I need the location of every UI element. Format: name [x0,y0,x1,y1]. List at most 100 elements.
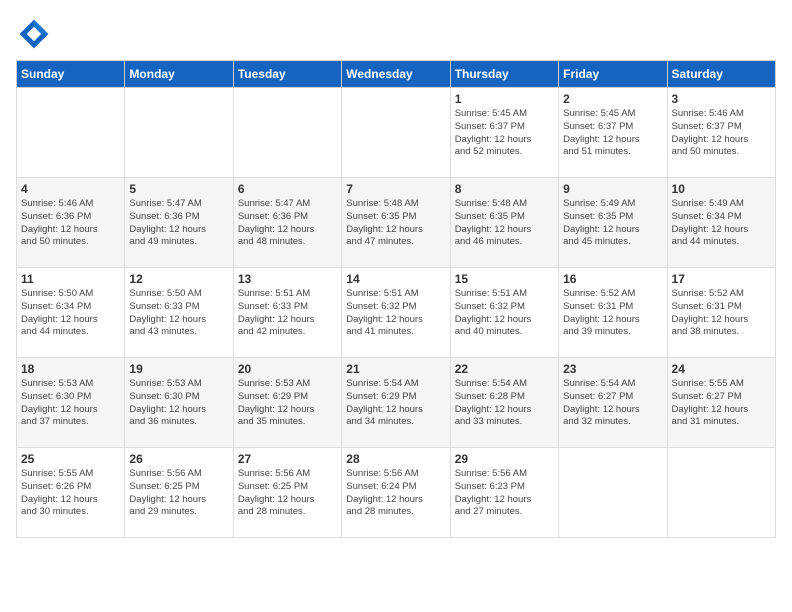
day-number: 14 [346,272,445,286]
calendar-week-1: 1 Sunrise: 5:45 AM Sunset: 6:37 PM Daylig… [17,88,776,178]
day-info: Sunrise: 5:45 AM Sunset: 6:37 PM Dayligh… [455,108,554,159]
day-info: Sunrise: 5:56 AM Sunset: 6:25 PM Dayligh… [129,468,228,519]
day-info: Sunrise: 5:52 AM Sunset: 6:31 PM Dayligh… [563,288,662,339]
day-number: 1 [455,92,554,106]
calendar-cell: 11 Sunrise: 5:50 AM Sunset: 6:34 PM Dayli… [17,268,125,358]
day-number: 21 [346,362,445,376]
day-number: 29 [455,452,554,466]
weekday-header-sunday: Sunday [17,61,125,88]
calendar-cell [17,88,125,178]
day-info: Sunrise: 5:48 AM Sunset: 6:35 PM Dayligh… [455,198,554,249]
calendar-cell: 27 Sunrise: 5:56 AM Sunset: 6:25 PM Dayli… [233,448,341,538]
day-info: Sunrise: 5:48 AM Sunset: 6:35 PM Dayligh… [346,198,445,249]
day-info: Sunrise: 5:54 AM Sunset: 6:27 PM Dayligh… [563,378,662,429]
day-number: 11 [21,272,120,286]
calendar-cell: 2 Sunrise: 5:45 AM Sunset: 6:37 PM Daylig… [559,88,667,178]
page-header [16,16,776,52]
weekday-header-friday: Friday [559,61,667,88]
calendar-cell [125,88,233,178]
day-number: 15 [455,272,554,286]
calendar-cell: 28 Sunrise: 5:56 AM Sunset: 6:24 PM Dayli… [342,448,450,538]
calendar-cell: 19 Sunrise: 5:53 AM Sunset: 6:30 PM Dayli… [125,358,233,448]
logo-icon [16,16,52,52]
day-number: 7 [346,182,445,196]
day-number: 10 [672,182,771,196]
day-number: 13 [238,272,337,286]
day-info: Sunrise: 5:56 AM Sunset: 6:24 PM Dayligh… [346,468,445,519]
day-number: 4 [21,182,120,196]
calendar-cell: 12 Sunrise: 5:50 AM Sunset: 6:33 PM Dayli… [125,268,233,358]
day-info: Sunrise: 5:47 AM Sunset: 6:36 PM Dayligh… [238,198,337,249]
day-number: 22 [455,362,554,376]
day-info: Sunrise: 5:54 AM Sunset: 6:28 PM Dayligh… [455,378,554,429]
calendar-week-2: 4Sunrise: 5:46 AM Sunset: 6:36 PM Daylig… [17,178,776,268]
day-info: Sunrise: 5:53 AM Sunset: 6:30 PM Dayligh… [129,378,228,429]
day-info: Sunrise: 5:55 AM Sunset: 6:26 PM Dayligh… [21,468,120,519]
day-info: Sunrise: 5:53 AM Sunset: 6:30 PM Dayligh… [21,378,120,429]
day-info: Sunrise: 5:51 AM Sunset: 6:32 PM Dayligh… [455,288,554,339]
calendar-week-4: 18 Sunrise: 5:53 AM Sunset: 6:30 PM Dayli… [17,358,776,448]
calendar-cell: 24Sunrise: 5:55 AM Sunset: 6:27 PM Dayli… [667,358,775,448]
calendar-cell: 5 Sunrise: 5:47 AM Sunset: 6:36 PM Daylig… [125,178,233,268]
day-info: Sunrise: 5:49 AM Sunset: 6:35 PM Dayligh… [563,198,662,249]
calendar-cell: 20 Sunrise: 5:53 AM Sunset: 6:29 PM Dayli… [233,358,341,448]
day-number: 12 [129,272,228,286]
day-number: 16 [563,272,662,286]
day-info: Sunrise: 5:50 AM Sunset: 6:33 PM Dayligh… [129,288,228,339]
weekday-header-row: SundayMondayTuesdayWednesdayThursdayFrid… [17,61,776,88]
weekday-header-wednesday: Wednesday [342,61,450,88]
day-info: Sunrise: 5:49 AM Sunset: 6:34 PM Dayligh… [672,198,771,249]
calendar-cell: 21 Sunrise: 5:54 AM Sunset: 6:29 PM Dayli… [342,358,450,448]
day-number: 5 [129,182,228,196]
calendar-cell: 22 Sunrise: 5:54 AM Sunset: 6:28 PM Dayli… [450,358,558,448]
day-number: 6 [238,182,337,196]
weekday-header-thursday: Thursday [450,61,558,88]
day-info: Sunrise: 5:51 AM Sunset: 6:33 PM Dayligh… [238,288,337,339]
calendar-cell: 6 Sunrise: 5:47 AM Sunset: 6:36 PM Daylig… [233,178,341,268]
calendar-cell [342,88,450,178]
day-number: 9 [563,182,662,196]
day-number: 27 [238,452,337,466]
logo [16,16,56,52]
day-info: Sunrise: 5:52 AM Sunset: 6:31 PM Dayligh… [672,288,771,339]
day-number: 17 [672,272,771,286]
calendar-week-5: 25 Sunrise: 5:55 AM Sunset: 6:26 PM Dayli… [17,448,776,538]
day-info: Sunrise: 5:53 AM Sunset: 6:29 PM Dayligh… [238,378,337,429]
calendar-cell: 8 Sunrise: 5:48 AM Sunset: 6:35 PM Daylig… [450,178,558,268]
calendar-cell: 14Sunrise: 5:51 AM Sunset: 6:32 PM Dayli… [342,268,450,358]
calendar-cell [559,448,667,538]
day-number: 19 [129,362,228,376]
day-info: Sunrise: 5:47 AM Sunset: 6:36 PM Dayligh… [129,198,228,249]
day-info: Sunrise: 5:45 AM Sunset: 6:37 PM Dayligh… [563,108,662,159]
calendar-cell: 7 Sunrise: 5:48 AM Sunset: 6:35 PM Daylig… [342,178,450,268]
calendar-cell: 17 Sunrise: 5:52 AM Sunset: 6:31 PM Dayli… [667,268,775,358]
calendar-cell: 9 Sunrise: 5:49 AM Sunset: 6:35 PM Daylig… [559,178,667,268]
day-number: 20 [238,362,337,376]
calendar-cell: 1 Sunrise: 5:45 AM Sunset: 6:37 PM Daylig… [450,88,558,178]
calendar-week-3: 11 Sunrise: 5:50 AM Sunset: 6:34 PM Dayli… [17,268,776,358]
day-number: 18 [21,362,120,376]
day-info: Sunrise: 5:46 AM Sunset: 6:37 PM Dayligh… [672,108,771,159]
calendar-cell: 4Sunrise: 5:46 AM Sunset: 6:36 PM Daylig… [17,178,125,268]
calendar-cell: 18 Sunrise: 5:53 AM Sunset: 6:30 PM Dayli… [17,358,125,448]
day-number: 25 [21,452,120,466]
day-number: 24 [672,362,771,376]
day-info: Sunrise: 5:54 AM Sunset: 6:29 PM Dayligh… [346,378,445,429]
day-number: 23 [563,362,662,376]
calendar-cell: 26 Sunrise: 5:56 AM Sunset: 6:25 PM Dayli… [125,448,233,538]
day-info: Sunrise: 5:56 AM Sunset: 6:25 PM Dayligh… [238,468,337,519]
day-number: 26 [129,452,228,466]
day-info: Sunrise: 5:50 AM Sunset: 6:34 PM Dayligh… [21,288,120,339]
calendar-cell: 25 Sunrise: 5:55 AM Sunset: 6:26 PM Dayli… [17,448,125,538]
calendar-cell: 15 Sunrise: 5:51 AM Sunset: 6:32 PM Dayli… [450,268,558,358]
day-number: 2 [563,92,662,106]
calendar-cell: 23 Sunrise: 5:54 AM Sunset: 6:27 PM Dayli… [559,358,667,448]
day-number: 8 [455,182,554,196]
calendar-cell: 16 Sunrise: 5:52 AM Sunset: 6:31 PM Dayli… [559,268,667,358]
weekday-header-tuesday: Tuesday [233,61,341,88]
calendar-cell: 3 Sunrise: 5:46 AM Sunset: 6:37 PM Daylig… [667,88,775,178]
calendar-cell [667,448,775,538]
weekday-header-monday: Monday [125,61,233,88]
day-number: 28 [346,452,445,466]
day-number: 3 [672,92,771,106]
